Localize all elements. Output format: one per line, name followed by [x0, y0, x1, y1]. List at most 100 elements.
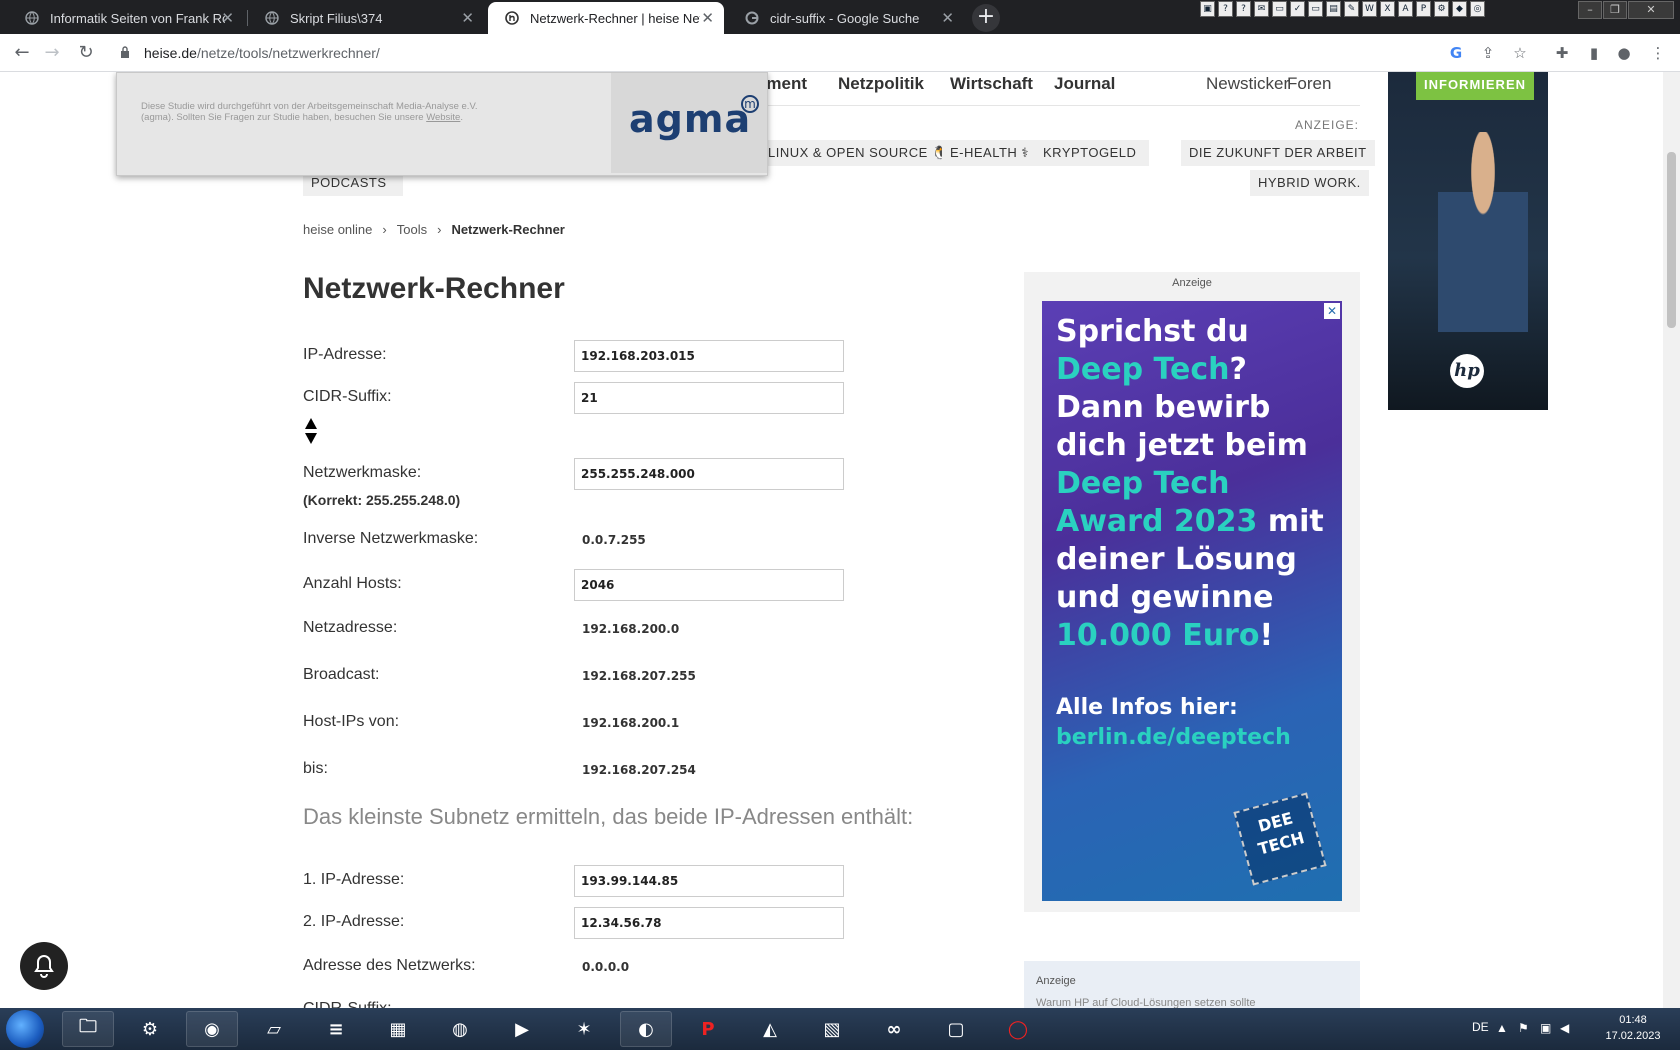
action-center-flag-icon[interactable]: ⚑ [1518, 1021, 1529, 1035]
reload-button[interactable]: ↻ [74, 41, 98, 65]
google-lens-icon[interactable]: G [1446, 43, 1466, 63]
ip1-input[interactable]: 193.99.144.85 [574, 865, 844, 897]
tab-netzwerk-rechner[interactable]: Netzwerk-Rechner | heise Netze ✕ [488, 2, 724, 34]
app-icon[interactable]: ◎ [1470, 1, 1485, 17]
globe-app-icon[interactable]: ◍ [434, 1011, 486, 1047]
help-icon[interactable]: ? [1236, 1, 1251, 17]
mask-input[interactable]: 255.255.248.000 [574, 458, 844, 490]
gear-app-icon[interactable]: ⚙ [124, 1011, 176, 1047]
start-button[interactable] [6, 1010, 44, 1048]
new-tab-button[interactable]: + [972, 4, 1000, 32]
p-app-icon[interactable]: P [682, 1011, 734, 1047]
explorer-icon[interactable]: 🗀 [62, 1011, 114, 1047]
paint-icon[interactable]: ◐ [620, 1011, 672, 1047]
settings-icon[interactable]: ⚙ [1434, 1, 1449, 17]
nav-link-netzpolitik[interactable]: Netzpolitik [838, 74, 924, 94]
hp-side-ad[interactable]: INFORMIEREN hp [1388, 72, 1548, 410]
scrollbar-thumb[interactable] [1667, 152, 1676, 328]
deeptech-ad[interactable]: ✕ Sprichst du Deep Tech? Dann bewirb dic… [1042, 301, 1342, 901]
media-player-icon[interactable]: ▶ [496, 1011, 548, 1047]
document-icon[interactable]: ▤ [1326, 1, 1341, 17]
cidr2-label: CIDR-Suffix: [303, 1000, 392, 1008]
page-title: Netzwerk-Rechner [303, 272, 565, 305]
close-tab-icon[interactable]: ✕ [461, 9, 474, 27]
excel-icon[interactable]: X [1380, 1, 1395, 17]
hosts-input[interactable]: 2046 [574, 569, 844, 601]
help-icon[interactable]: ? [1218, 1, 1233, 17]
hp-logo-icon: hp [1450, 354, 1484, 388]
address-bar[interactable]: heise.de/netze/tools/netzwerkrechner/ [108, 37, 1468, 69]
arduino-icon[interactable]: ∞ [868, 1011, 920, 1047]
breadcrumb-item[interactable]: Tools [397, 222, 427, 237]
app-icon[interactable]: ◆ [1452, 1, 1467, 17]
pill-kryptogeld[interactable]: KRYPTOGELD [1035, 140, 1149, 166]
share-icon[interactable]: ⇪ [1478, 43, 1498, 63]
star-app-icon[interactable]: ✶ [558, 1011, 610, 1047]
ip-input[interactable]: 192.168.203.015 [574, 340, 844, 372]
informieren-button[interactable]: INFORMIEREN [1416, 72, 1534, 100]
document-app-icon[interactable]: ▧ [806, 1011, 858, 1047]
menu-dots-icon[interactable]: ⋮ [1648, 43, 1668, 63]
access-icon[interactable]: A [1398, 1, 1413, 17]
breadcrumb-separator: › [382, 222, 387, 237]
edit-icon[interactable]: ✎ [1344, 1, 1359, 17]
ip2-input[interactable]: 12.34.56.78 [574, 907, 844, 939]
pill-ehealth[interactable]: E-HEALTH ⚕ [942, 140, 1037, 166]
note-app-icon[interactable]: ▢ [930, 1011, 982, 1047]
tab-google-search[interactable]: cidr-suffix - Google Suche ✕ [728, 2, 964, 34]
agma-survey-popup: Diese Studie wird durchgeführt von der A… [116, 72, 768, 176]
network-icon[interactable]: ▣ [1540, 1021, 1551, 1035]
profile-avatar[interactable]: ● [1614, 43, 1634, 63]
calculator-icon[interactable]: ▦ [372, 1011, 424, 1047]
nav-link-newsticker[interactable]: Newsticker [1206, 74, 1289, 94]
nav-link-foren[interactable]: Foren [1287, 74, 1331, 94]
window-icon[interactable]: ▭ [1272, 1, 1287, 17]
anzeige-label: ANZEIGE: [1295, 118, 1360, 132]
pill-linux[interactable]: LINUX & OPEN SOURCE 🐧 [760, 140, 957, 166]
notification-bell-icon[interactable] [20, 942, 68, 990]
tab-informatik[interactable]: Informatik Seiten von Frank Rost ✕ [8, 2, 244, 34]
ad-line: Award 2023 mit [1056, 503, 1336, 541]
chrome-icon[interactable]: ◉ [186, 1011, 238, 1047]
nav-link-journal[interactable]: Journal [1054, 74, 1115, 94]
ad-line: Dann bewirb [1056, 390, 1271, 425]
language-indicator[interactable]: DE [1472, 1020, 1489, 1034]
word-icon[interactable]: W [1362, 1, 1377, 17]
cidr-stepper[interactable] [304, 417, 320, 445]
breadcrumb-item[interactable]: heise online [303, 222, 372, 237]
extensions-icon[interactable]: ✚ [1552, 43, 1572, 63]
tray-expand-icon[interactable]: ▲ [1496, 1021, 1508, 1035]
minimize-button[interactable]: – [1578, 1, 1602, 19]
volume-icon[interactable]: ◀ [1560, 1021, 1569, 1035]
side-panel-icon[interactable]: ▮ [1584, 43, 1604, 63]
geogebra-icon[interactable]: ◭ [744, 1011, 796, 1047]
tab-skript-filius[interactable]: Skript Filius\374 ✕ [248, 2, 484, 34]
close-tab-icon[interactable]: ✕ [701, 9, 714, 27]
mail-icon[interactable]: ✉ [1254, 1, 1269, 17]
notebook-icon[interactable]: ▱ [248, 1011, 300, 1047]
cidr-input[interactable]: 21 [574, 382, 844, 414]
maximize-button[interactable]: ❐ [1603, 1, 1627, 19]
red-app-icon[interactable]: ◯ [992, 1011, 1044, 1047]
pill-zukunft-arbeit[interactable]: DIE ZUKUNFT DER ARBEIT [1181, 140, 1375, 166]
page-scrollbar[interactable] [1663, 72, 1680, 1008]
clipboard-icon[interactable]: ✓ [1290, 1, 1305, 17]
window-icon[interactable]: ▭ [1308, 1, 1323, 17]
forward-button[interactable]: → [40, 41, 64, 65]
close-tab-icon[interactable]: ✕ [941, 9, 954, 27]
pill-hybrid-work[interactable]: HYBRID WORK. [1250, 170, 1369, 196]
back-button[interactable]: ← [10, 41, 34, 65]
ad-info-link[interactable]: berlin.de/deeptech [1056, 723, 1291, 753]
mask-correct-hint: (Korrekt: 255.255.248.0) [303, 492, 461, 508]
ad-info: Alle Infos hier: berlin.de/deeptech [1056, 693, 1291, 753]
system-clock[interactable]: 01:48 17.02.2023 [1598, 1012, 1668, 1044]
survey-website-link[interactable]: Website [426, 112, 460, 123]
close-window-button[interactable]: ✕ [1628, 1, 1674, 19]
nav-link-wirtschaft[interactable]: Wirtschaft [950, 74, 1033, 94]
stack-app-icon[interactable]: ≡ [310, 1011, 362, 1047]
powerpoint-icon[interactable]: P [1416, 1, 1431, 17]
app-icon[interactable]: ▣ [1200, 1, 1215, 17]
close-tab-icon[interactable]: ✕ [221, 9, 234, 27]
ad-teaser[interactable]: Warum HP auf Cloud-Lösungen setzen sollt… [1036, 997, 1256, 1008]
bookmark-star-icon[interactable]: ☆ [1510, 43, 1530, 63]
